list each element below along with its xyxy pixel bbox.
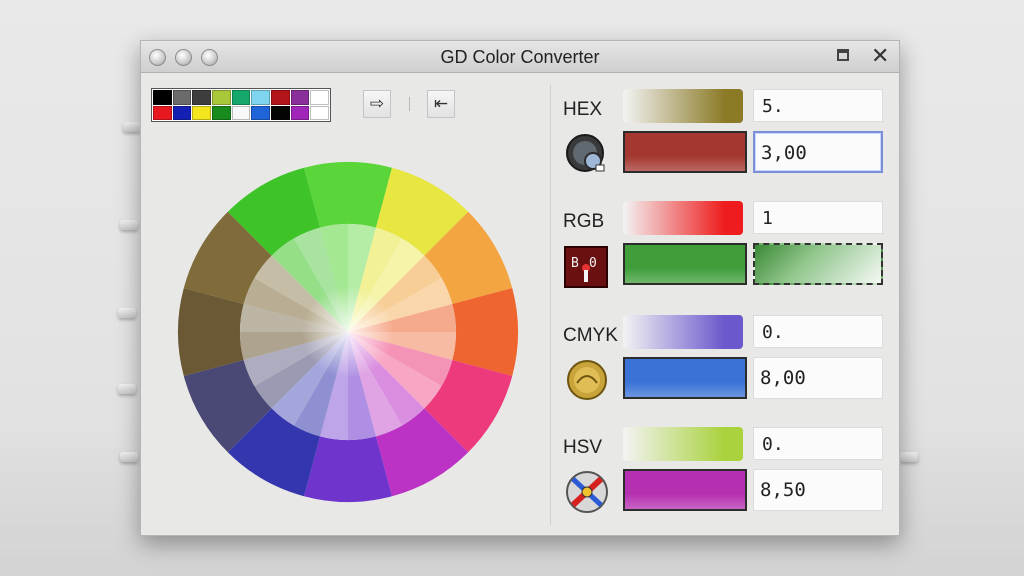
hex-color-swatch[interactable] (623, 131, 747, 173)
desktop-icon (120, 220, 138, 230)
palette-swatch[interactable] (211, 105, 231, 120)
palette-swatch[interactable] (153, 105, 172, 120)
cmyk-decimal-input[interactable]: 8,00 (753, 357, 883, 399)
hex-value-input[interactable]: 5. (753, 89, 883, 122)
palette-swatch[interactable] (251, 90, 270, 105)
wheel-center (302, 286, 394, 378)
palette-swatch[interactable] (231, 90, 251, 105)
cmyk-label: CMYK (563, 325, 618, 346)
hsv-color-strip[interactable] (623, 427, 743, 461)
gauge-icon[interactable] (563, 131, 611, 177)
hex-color-strip[interactable] (623, 89, 743, 123)
rgb-color-strip[interactable] (623, 201, 743, 235)
palette-swatch[interactable] (153, 90, 172, 105)
palette-swatch[interactable] (192, 105, 211, 120)
app-window: GD Color Converter ✕ ⇨ ⇤ HEX 5. 3,00 RGB… (140, 40, 900, 536)
cmyk-color-swatch[interactable] (623, 357, 747, 399)
palette-swatch[interactable] (211, 90, 231, 105)
svg-text:B: B (571, 256, 579, 271)
desktop-icon (120, 452, 138, 462)
rgb-value-input[interactable]: 1 (753, 201, 883, 234)
palette-swatch[interactable] (192, 90, 211, 105)
hex-section: HEX 5. 3,00 (559, 89, 889, 199)
window-title: GD Color Converter (440, 47, 600, 67)
tools-icon[interactable] (563, 469, 611, 515)
rgb-color-swatch[interactable] (623, 243, 747, 285)
palette-swatch[interactable] (231, 105, 251, 120)
arrow-left-icon[interactable]: ⇤ (427, 90, 455, 118)
toolbar-separator (409, 97, 410, 111)
palette-swatch[interactable] (310, 105, 329, 120)
desktop-icon (123, 122, 141, 132)
palette-swatch[interactable] (172, 105, 192, 120)
hex-decimal-input[interactable]: 3,00 (753, 131, 883, 173)
arrow-right-icon[interactable]: ⇨ (363, 90, 391, 118)
palette-swatch[interactable] (290, 90, 310, 105)
hsv-label: HSV (563, 437, 603, 458)
rgb-preview-swatch[interactable] (753, 243, 883, 285)
hsv-color-swatch[interactable] (623, 469, 747, 511)
maximize-icon[interactable] (837, 49, 849, 61)
cmyk-color-strip[interactable] (623, 315, 743, 349)
color-palette (151, 88, 331, 122)
desktop-icon (900, 452, 918, 462)
title-bar[interactable]: GD Color Converter ✕ (141, 41, 899, 73)
svg-text:0: 0 (589, 256, 597, 271)
hsv-decimal-input[interactable]: 8,50 (753, 469, 883, 511)
palette-swatch[interactable] (172, 90, 192, 105)
palette-swatch[interactable] (251, 105, 270, 120)
desktop-icon (118, 384, 136, 394)
palette-swatch[interactable] (310, 90, 329, 105)
cmyk-value-input[interactable]: 0. (753, 315, 883, 348)
gold-coin-icon[interactable] (563, 357, 611, 403)
calendar-icon[interactable]: B 0 (563, 243, 611, 289)
hsv-section: HSV 0. 8,50 (559, 427, 889, 537)
hsv-value-input[interactable]: 0. (753, 427, 883, 460)
palette-swatch[interactable] (270, 90, 290, 105)
rgb-section: RGB 1 B 0 (559, 201, 889, 311)
color-wheel[interactable] (175, 159, 521, 505)
desktop-icon (118, 308, 136, 318)
palette-swatch[interactable] (290, 105, 310, 120)
panel-divider (550, 85, 551, 525)
close-icon[interactable]: ✕ (871, 44, 889, 68)
rgb-label: RGB (563, 211, 605, 232)
hex-label: HEX (563, 99, 603, 120)
cmyk-section: CMYK 0. 8,00 (559, 315, 889, 425)
palette-swatch[interactable] (270, 105, 290, 120)
